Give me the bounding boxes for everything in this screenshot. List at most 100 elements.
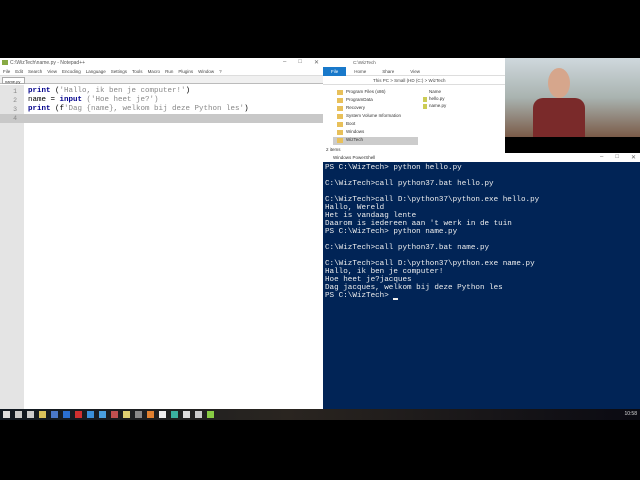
taskbar-app-icon[interactable] [159,411,166,418]
tab-name-py[interactable]: name.py [2,77,25,84]
taskbar-app-icon[interactable] [195,411,202,418]
code-line: 3 print (f'Dag {name}, welkom bij deze Py… [0,105,323,114]
window-title: Windows PowerShell [333,155,376,160]
ribbon-tab-file[interactable]: File [323,66,347,76]
console-line: Dag jacques, welkom bij deze Python les [325,284,503,292]
menu-item[interactable]: Language [86,69,106,74]
menu-item[interactable]: Settings [111,69,127,74]
menu-item[interactable]: Search [28,69,42,74]
console-line: C:\WizTech>call python37.bat name.py [325,244,490,252]
console-prompt: PS C:\WizTech> [325,292,394,300]
ribbon-tab-view[interactable]: View [402,69,428,74]
taskbar-app-icon[interactable] [123,411,130,418]
status-bar: 2 items [326,147,341,152]
nav-item[interactable]: Recovery [333,105,418,113]
file-list: Name hello.py name.py [423,89,446,110]
maximize-icon[interactable]: □ [615,154,619,161]
code-line: 1 print ('Hallo, ik ben je computer!') [0,87,323,96]
title-bar: C:\WizTech\name.py - Notepad++ – □ ✕ [0,58,323,67]
close-icon[interactable]: ✕ [631,154,636,161]
console-line: PS C:\WizTech> python name.py [325,228,458,236]
taskbar-app-icon[interactable] [39,411,46,418]
text-cursor [393,298,399,300]
window-title: C:\WizTech\name.py - Notepad++ [10,60,86,66]
nav-item[interactable]: Boot [333,121,418,129]
nav-item-selected[interactable]: WizTech [333,137,418,145]
menu-item[interactable]: View [47,69,57,74]
taskbar-app-icon[interactable] [171,411,178,418]
taskbar-app-icon[interactable] [183,411,190,418]
address-bar[interactable]: This PC > Small (HD (C:) > WizTech [323,76,505,85]
ribbon-tab-home[interactable]: Home [346,69,374,74]
taskbar-app-icon[interactable] [111,411,118,418]
code-text: ) [244,105,249,113]
taskbar-app-icon[interactable] [63,411,70,418]
code-text: ( [50,87,60,95]
taskbar: 10:58 [0,409,640,420]
title-bar: Windows PowerShell – □ ✕ [323,153,640,162]
close-icon[interactable]: ✕ [314,59,319,66]
file-explorer-window: C:\WizTech File Home Share View This PC … [323,58,505,153]
nav-item[interactable]: Program Files (x86) [333,89,418,97]
code-line-current: 4 [0,114,323,123]
nav-item[interactable]: System Volume Information [333,113,418,121]
presenter-face [548,68,570,98]
console-line: Hallo, Wereld [325,204,385,212]
menu-item[interactable]: Plugins [178,69,193,74]
search-icon[interactable] [15,411,22,418]
menu-item[interactable]: Tools [132,69,143,74]
maximize-icon[interactable]: □ [298,59,302,66]
menu-item[interactable]: File [3,69,10,74]
code-text: (f [50,105,65,113]
taskbar-app-icon[interactable] [135,411,142,418]
clock[interactable]: 10:58 [624,411,637,417]
menu-item[interactable]: Window [198,69,214,74]
keyword: print [28,87,51,95]
ribbon-tab-share[interactable]: Share [374,69,402,74]
keyword: print [28,105,51,113]
code-editor[interactable]: 1 print ('Hallo, ik ben je computer!') 2 n… [0,87,323,123]
file-item[interactable]: name.py [423,103,446,110]
string: 'Dag {name}, welkom bij deze Python les' [64,105,245,113]
nav-item[interactable]: Windows [333,129,418,137]
keyword: input [59,96,83,104]
nav-item[interactable]: ProgramData [333,97,418,105]
file-item[interactable]: hello.py [423,96,446,103]
line-number: 1 [13,88,17,95]
menu-item[interactable]: Run [165,69,173,74]
code-line: 2 name = input ('Hoe heet je?') [0,96,323,105]
menu-item[interactable]: Encoding [62,69,81,74]
webcam-overlay [505,58,640,137]
menu-item[interactable]: Macro [148,69,161,74]
powershell-window[interactable]: Windows PowerShell – □ ✕ PS C:\WizTech> py… [323,153,640,409]
notepadpp-icon [2,60,8,65]
console-line: Hallo, ik ben je computer! [325,268,444,276]
menu-bar: File Edit Search View Encoding Language Settin… [0,67,323,76]
console-line: Het is vandaag lente [325,212,417,220]
minimize-icon[interactable]: – [283,59,286,66]
console-line: Daarom is iedereen aan 't werk in de tui… [325,220,512,228]
minimize-icon[interactable]: – [600,154,603,161]
menu-item[interactable]: Edit [15,69,23,74]
string: 'Hallo, ik ben je computer!' [59,87,186,95]
navigation-pane: Program Files (x86) ProgramData Recovery… [333,89,418,145]
start-icon[interactable] [3,411,10,418]
taskbar-app-icon[interactable] [27,411,34,418]
string: ('Hoe heet je?') [82,96,159,104]
console-line: C:\WizTech>call python37.bat hello.py [325,180,494,188]
notepadpp-window: C:\WizTech\name.py - Notepad++ – □ ✕ File E… [0,58,323,409]
taskbar-app-icon[interactable] [87,411,94,418]
console-output[interactable]: PS C:\WizTech> python hello.py C:\WizTech… [323,162,640,302]
taskbar-app-icon[interactable] [99,411,106,418]
taskbar-app-icon[interactable] [51,411,58,418]
taskbar-app-icon[interactable] [207,411,214,418]
taskbar-app-icon[interactable] [75,411,82,418]
column-header-name[interactable]: Name [423,89,446,96]
taskbar-app-icon[interactable] [147,411,154,418]
presenter-body [533,98,585,137]
menu-item[interactable]: ? [219,69,222,74]
console-line: Hoe heet je?jacques [325,276,412,284]
